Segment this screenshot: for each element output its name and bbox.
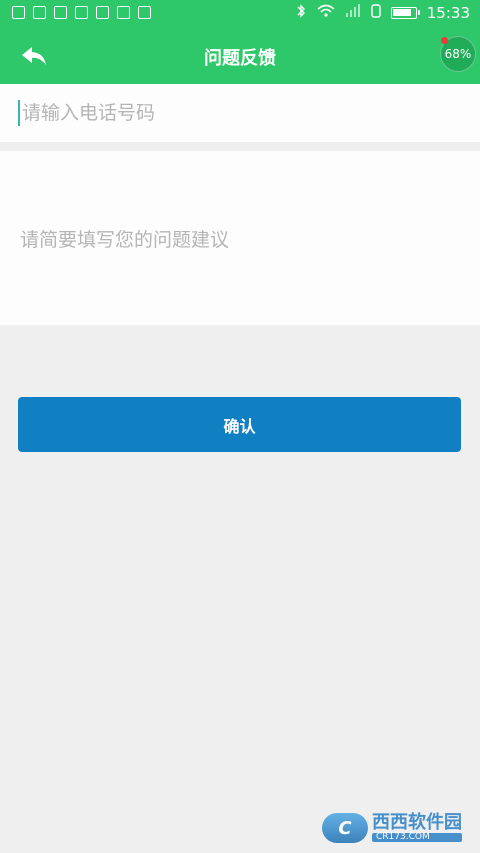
bluetooth-icon xyxy=(295,4,307,22)
confirm-label: 确认 xyxy=(223,416,256,436)
notification-dot xyxy=(441,37,448,44)
s-icon xyxy=(138,6,151,19)
apps-icon xyxy=(117,6,130,19)
status-bar: 15:33 xyxy=(0,0,480,28)
watermark-c-icon: C xyxy=(322,813,368,843)
watermark-logo: C 西西软件园 CR173.COM xyxy=(322,813,462,843)
globe-icon xyxy=(96,6,109,19)
feedback-input-container xyxy=(0,151,480,325)
image-icon xyxy=(33,6,46,19)
app-bar: 问题反馈 68% xyxy=(0,28,480,84)
signal-icon xyxy=(345,4,361,22)
feedback-textarea[interactable] xyxy=(20,225,460,259)
clock-time: 15:33 xyxy=(426,4,470,22)
shield-icon xyxy=(54,6,67,19)
watermark-text: 西西软件园 CR173.COM xyxy=(372,811,462,843)
badge-label: 68% xyxy=(444,47,472,61)
sim-icon xyxy=(371,4,381,22)
watermark-brand: 西西软件园 xyxy=(372,811,462,833)
system-icons: 15:33 xyxy=(295,4,470,22)
usb-icon xyxy=(75,6,88,19)
battery-fill xyxy=(392,9,411,16)
phone-input[interactable] xyxy=(18,98,458,128)
phone-input-container xyxy=(0,84,480,142)
notification-icons xyxy=(12,6,151,19)
battery-icon xyxy=(390,7,420,19)
wifi-icon xyxy=(317,4,335,22)
watermark-url: CR173.COM xyxy=(372,832,462,843)
confirm-button[interactable]: 确认 xyxy=(18,397,461,452)
floating-percentage-badge[interactable]: 68% xyxy=(440,36,476,72)
page-title: 问题反馈 xyxy=(204,48,276,69)
calendar-icon xyxy=(12,6,25,19)
